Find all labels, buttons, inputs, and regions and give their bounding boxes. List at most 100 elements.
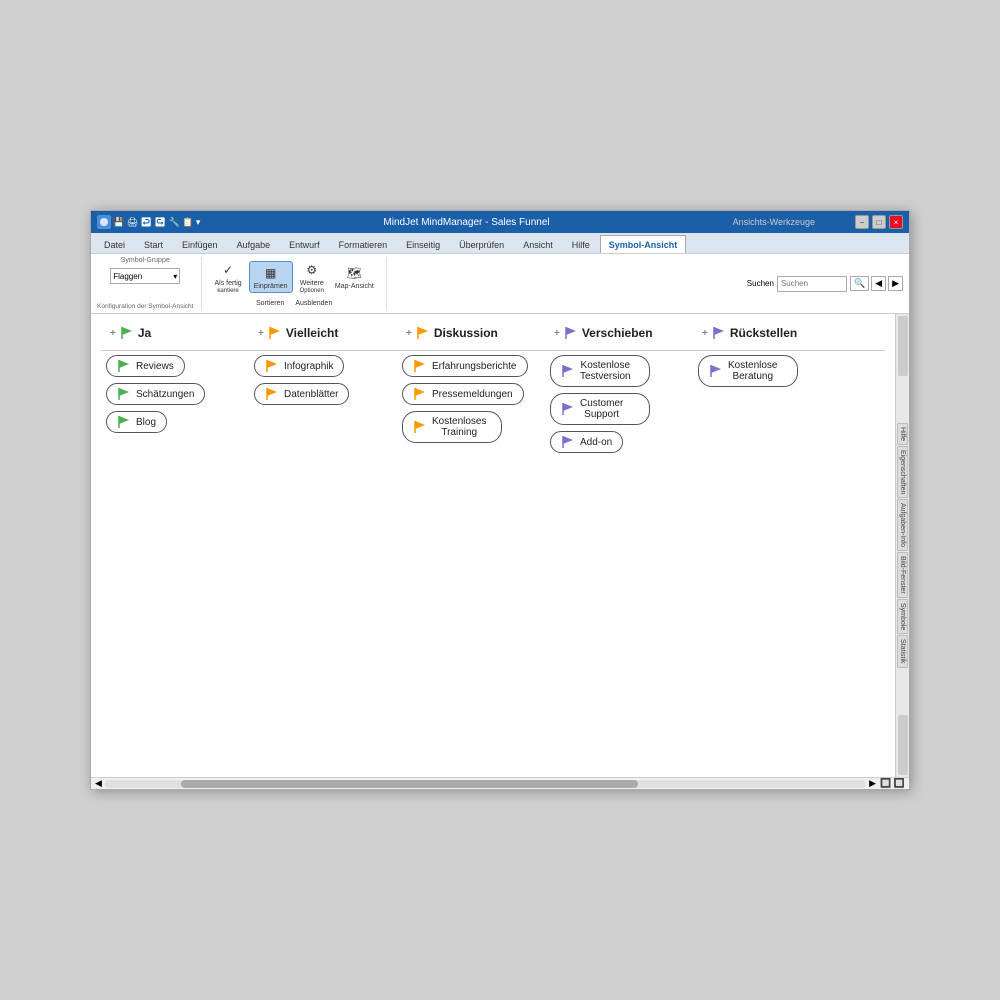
search-input[interactable] [777,276,847,292]
node-reviews[interactable]: Reviews [106,355,185,377]
search-btn[interactable]: 🔍 [850,276,869,291]
tab-ueberpruefen[interactable]: Überprüfen [450,235,513,253]
node-datenblaetter-label: Datenblätter [284,389,338,400]
flag-customer-support [561,403,575,415]
col-title-ja: Ja [138,326,151,340]
flag-kostenloses-training [413,421,427,433]
nav-next-btn[interactable]: ▶ [888,276,903,291]
map-icon: 🗺 [344,264,364,282]
ribbon-group-symbol: Symbol-Gruppe Flaggen ▾ Konfiguration de… [97,257,202,310]
node-kostenlose-testversion[interactable]: KostenloseTestversion [550,355,650,387]
col-title-diskussion: Diskussion [434,326,498,340]
right-tab-eigenschaften[interactable]: Eigenschaften [897,446,908,498]
node-kostenlose-testversion-label: KostenloseTestversion [580,360,631,382]
right-side-tabs: Hilfe Eigenschaften Aufgaben-Info Bild-F… [897,423,908,668]
col-plus-ja[interactable]: + [110,328,116,339]
scrollbar-track[interactable] [105,780,866,788]
btn-sortieren-label: Sortieren [256,300,284,307]
btn-weitere-label: Weitere [300,280,324,287]
right-scroll-up[interactable] [898,316,908,376]
flaggen-label: Flaggen [113,272,142,281]
btn-als-fertig[interactable]: ✓ Als fertig kantiere [210,259,245,296]
tab-aufgabe[interactable]: Aufgabe [228,235,280,253]
tab-formatieren[interactable]: Formatieren [330,235,397,253]
right-tab-symbole[interactable]: Symbole [897,599,908,634]
tab-symbol-ansicht[interactable]: Symbol-Ansicht [600,235,687,253]
node-addon[interactable]: Add-on [550,431,623,453]
col-plus-vielleicht[interactable]: + [258,328,264,339]
btn-weitere[interactable]: ⚙ Weitere Optionen [296,259,328,296]
btn-einpramen[interactable]: ▦ Einprämen [249,261,293,293]
flag-schaetzungen [117,388,131,400]
node-reviews-label: Reviews [136,361,174,372]
col-plus-diskussion[interactable]: + [406,328,412,339]
canvas-area: + Ja + Vielleicht [91,314,909,777]
title-bar-left: 💾 🖨 ↩ ↪ 🔧 📋 ▾ [97,215,200,229]
btn-optionen-label: Optionen [300,288,324,294]
close-button[interactable]: × [889,215,903,229]
node-pressemeldungen-label: Pressemeldungen [432,389,513,400]
window-controls: − □ × [855,215,903,229]
nav-prev-btn[interactable]: ◀ [871,276,886,291]
scrollbar-area: ◀ ▶ 🔲 🔲 [91,777,909,789]
node-pressemeldungen[interactable]: Pressemeldungen [402,383,524,405]
node-infographik-label: Infographik [284,361,333,372]
node-schaetzungen-label: Schätzungen [136,389,194,400]
node-infographik[interactable]: Infographik [254,355,344,377]
btn-map-ansicht[interactable]: 🗺 Map-Ansicht [331,262,378,292]
tab-datei[interactable]: Datei [95,235,134,253]
scroll-right-btn[interactable]: ▶ [869,778,876,789]
node-erfahrungsberichte-label: Erfahrungsberichte [432,361,517,372]
tab-ansicht[interactable]: Ansicht [514,235,562,253]
search-controls: 🔍 ◀ ▶ [850,276,903,291]
col-title-verschieben: Verschieben [582,326,653,340]
einpramen-icon: ▦ [261,264,281,282]
right-tab-hilfe[interactable]: Hilfe [897,423,908,445]
tab-start[interactable]: Start [135,235,172,253]
column-rueckstellen: KostenloseBeratung [698,355,846,387]
app-icon [97,215,111,229]
col-header-rueckstellen: + Rückstellen [698,324,846,342]
flag-kostenlose-beratung [709,365,723,377]
tab-einseitig[interactable]: Einseitig [397,235,449,253]
symbol-gruppe-label: Symbol-Gruppe [121,257,170,264]
col-plus-verschieben[interactable]: + [554,328,560,339]
right-tab-aufgaben[interactable]: Aufgaben-Info [897,499,908,551]
flaggen-combo[interactable]: Flaggen ▾ [110,268,180,284]
right-tab-bild[interactable]: Bild-Fenster [897,552,908,598]
node-datenblaetter[interactable]: Datenblätter [254,383,349,405]
ribbon-tab-bar: Datei Start Einfügen Aufgabe Entwurf For… [91,233,909,253]
node-kostenloses-training[interactable]: KostenlosesTraining [402,411,502,443]
column-ja: Reviews Schätzungen Blog [106,355,254,433]
minimize-button[interactable]: − [855,215,869,229]
btn-sortieren[interactable]: Sortieren [252,298,288,309]
maximize-button[interactable]: □ [872,215,886,229]
node-blog[interactable]: Blog [106,411,167,433]
weitere-icon: ⚙ [302,261,322,279]
node-blog-label: Blog [136,417,156,428]
right-tab-statistik[interactable]: Statistik [897,635,908,668]
tab-entwurf[interactable]: Entwurf [280,235,329,253]
flag-reviews [117,360,131,372]
tab-einfuegen[interactable]: Einfügen [173,235,227,253]
search-label: Suchen [747,279,774,288]
scroll-left-btn[interactable]: ◀ [95,778,102,789]
node-kostenlose-beratung[interactable]: KostenloseBeratung [698,355,798,387]
right-scroll-down[interactable] [898,715,908,775]
btn-ausblenden[interactable]: Ausblenden [291,298,336,309]
col-header-verschieben: + Verschieben [550,324,698,342]
ribbon-row-bottom: Sortieren Ausblenden [252,298,336,309]
node-schaetzungen[interactable]: Schätzungen [106,383,205,405]
flag-icon-diskussion [416,327,430,339]
node-erfahrungsberichte[interactable]: Erfahrungsberichte [402,355,528,377]
node-kostenloses-training-label: KostenlosesTraining [432,416,486,438]
btn-map-label: Map-Ansicht [335,283,374,290]
node-customer-support[interactable]: CustomerSupport [550,393,650,425]
column-vielleicht: Infographik Datenblätter [254,355,402,405]
tab-hilfe[interactable]: Hilfe [563,235,599,253]
window-title: MindJet MindManager - Sales Funnel [200,217,732,228]
scrollbar-thumb[interactable] [181,780,638,788]
flag-icon-ja [120,327,134,339]
col-plus-rueckstellen[interactable]: + [702,328,708,339]
ribbon: Datei Start Einfügen Aufgabe Entwurf For… [91,233,909,314]
